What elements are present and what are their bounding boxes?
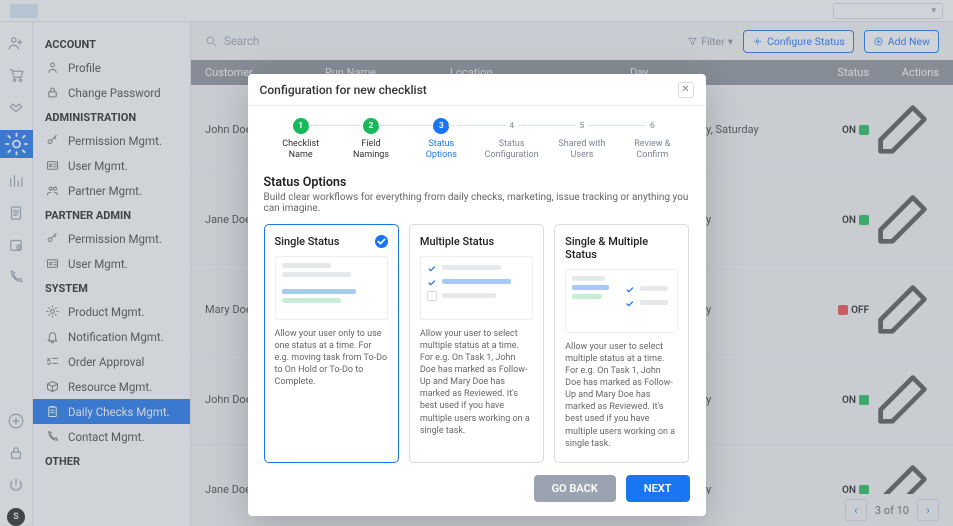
step-5[interactable]: 5Shared with Users bbox=[547, 118, 617, 161]
check-icon bbox=[625, 284, 635, 294]
card-desc: Allow your user to select multiple statu… bbox=[420, 328, 533, 437]
card-single-multiple-status[interactable]: Single & Multiple Status Allow your user… bbox=[554, 224, 689, 463]
step-3[interactable]: 3Status Options bbox=[406, 118, 476, 161]
card-illustration bbox=[275, 256, 388, 320]
card-multiple-status[interactable]: Multiple Status Allow your user to selec… bbox=[409, 224, 544, 463]
step-6[interactable]: 6Review & Confirm bbox=[617, 118, 687, 161]
check-icon bbox=[625, 298, 635, 308]
check-icon bbox=[427, 277, 437, 287]
card-desc: Allow your user only to use one status a… bbox=[275, 328, 388, 389]
modal: Configuration for new checklist ✕ 1Check… bbox=[248, 74, 706, 516]
section-title: Status Options bbox=[248, 169, 706, 192]
selected-check-icon bbox=[375, 235, 388, 248]
card-title: Single Status bbox=[275, 235, 388, 248]
option-cards: Single Status Allow your user only to us… bbox=[248, 224, 706, 463]
card-title: Single & Multiple Status bbox=[565, 235, 678, 261]
modal-title: Configuration for new checklist bbox=[260, 83, 427, 97]
modal-overlay: Configuration for new checklist ✕ 1Check… bbox=[0, 0, 953, 526]
modal-header: Configuration for new checklist ✕ bbox=[248, 74, 706, 106]
section-subtitle: Build clear workflows for everything fro… bbox=[248, 192, 706, 224]
stepper: 1Checklist Name2Field Namings3Status Opt… bbox=[248, 106, 706, 169]
card-title: Multiple Status bbox=[420, 235, 533, 248]
step-4[interactable]: 4Status Configuration bbox=[476, 118, 546, 161]
card-illustration bbox=[420, 256, 533, 320]
modal-footer: GO BACK NEXT bbox=[248, 463, 706, 502]
card-single-status[interactable]: Single Status Allow your user only to us… bbox=[264, 224, 399, 463]
card-illustration bbox=[565, 269, 678, 333]
go-back-button[interactable]: GO BACK bbox=[534, 475, 616, 502]
step-1[interactable]: 1Checklist Name bbox=[266, 118, 336, 161]
check-icon bbox=[427, 263, 437, 273]
close-button[interactable]: ✕ bbox=[678, 82, 694, 98]
next-button[interactable]: NEXT bbox=[626, 475, 690, 502]
card-desc: Allow your user to select multiple statu… bbox=[565, 341, 678, 450]
step-2[interactable]: 2Field Namings bbox=[336, 118, 406, 161]
